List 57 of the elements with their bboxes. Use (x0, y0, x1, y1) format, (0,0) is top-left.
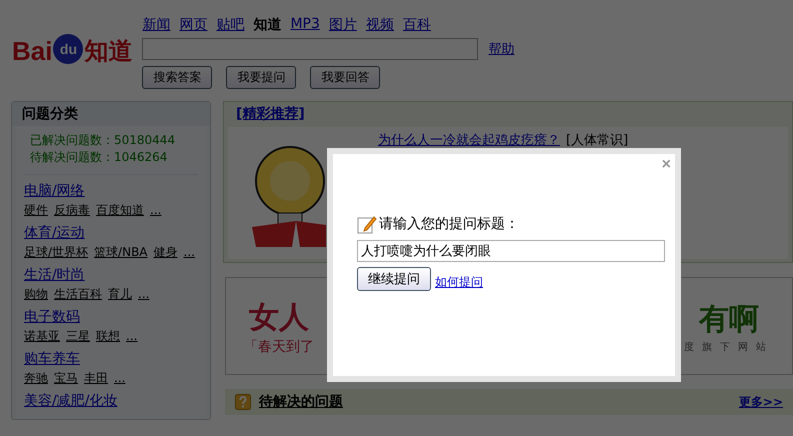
more-link[interactable]: 更多>> (738, 394, 783, 410)
subcategory-link[interactable]: 宝马 (54, 369, 78, 387)
banner-slogan: 度旗下网站 (684, 340, 774, 354)
subcategory-link[interactable]: 反病毒 (54, 201, 90, 219)
nav-link[interactable]: 知道 (253, 16, 282, 34)
nav-link[interactable]: 新闻 (142, 16, 170, 34)
nav-link[interactable]: 视频 (366, 16, 394, 34)
subcategory-link[interactable]: ... (138, 285, 150, 303)
subcategory-link[interactable]: 健身 (154, 243, 178, 261)
subcategory-link[interactable]: 育儿 (108, 285, 132, 303)
help-link[interactable]: 帮助 (488, 40, 514, 58)
banner-slogan: 「春天到了 (244, 338, 314, 356)
subcategory-link[interactable]: 奔驰 (24, 369, 48, 387)
continue-button[interactable]: 继续提问 (357, 267, 431, 291)
banner-title: 女人 (249, 298, 309, 336)
pencil-icon (357, 214, 377, 234)
category-link[interactable]: 电子数码 (24, 309, 80, 325)
subcategory-link[interactable]: 丰田 (84, 369, 108, 387)
subcategory-link[interactable]: 联想 (96, 327, 120, 345)
question-input[interactable]: 人打喷嚏为什么要闭眼 (357, 240, 665, 262)
category-link[interactable]: 购车养车 (24, 351, 80, 367)
subcategory-link[interactable]: 百度知道 (96, 201, 144, 219)
subcategory-link[interactable]: 硬件 (24, 201, 48, 219)
how-to-ask-link[interactable]: 如何提问 (435, 274, 483, 291)
subcategory-link[interactable]: ... (126, 327, 138, 345)
nav-link[interactable]: MP3 (290, 16, 320, 34)
question-icon (235, 394, 251, 410)
close-button[interactable]: × (662, 156, 671, 174)
subcategory-link[interactable]: 篮球/NBA (94, 243, 148, 261)
subcategory-link[interactable]: 足球/世界杯 (24, 243, 88, 261)
baidu-logo[interactable]: Bai du 知道 (12, 24, 132, 64)
subcategory-link[interactable]: 诺基亚 (24, 327, 60, 345)
nav-link[interactable]: 网页 (179, 16, 208, 34)
subcategory-link[interactable]: 三星 (66, 327, 90, 345)
subcategory-link[interactable]: 生活百科 (54, 285, 102, 303)
search-field[interactable] (142, 38, 478, 60)
category-link[interactable]: 体育/运动 (24, 225, 85, 241)
subcategory-link[interactable]: ... (114, 369, 126, 387)
category-link[interactable]: 美容/减肥/化妆 (24, 393, 118, 409)
stat-text: 已解决问题数：50180444 (30, 132, 176, 149)
subcategory-link[interactable]: ... (150, 201, 162, 219)
subcategory-link[interactable]: 购物 (24, 285, 48, 303)
prompt-label: 请输入您的提问标题： (379, 215, 519, 233)
nav-link[interactable]: 图片 (328, 16, 357, 34)
stat-text: 待解决问题数：1046264 (30, 149, 168, 166)
section-title-link[interactable]: 待解决的问题 (259, 393, 731, 411)
action-button[interactable]: 搜索答案 (142, 66, 212, 89)
action-button[interactable]: 我要回答 (310, 66, 380, 89)
banner-title: 有啊 (699, 300, 759, 338)
panel-title-link[interactable]: [精彩推荐] (236, 105, 305, 123)
category-link[interactable]: 电脑/网络 (24, 183, 85, 199)
nav-link[interactable]: 贴吧 (216, 16, 244, 34)
category-link[interactable]: 生活/时尚 (24, 267, 85, 283)
subcategory-link[interactable]: ... (184, 243, 195, 261)
panel-title: 问题分类 (12, 102, 210, 126)
action-button[interactable]: 我要提问 (226, 66, 296, 89)
nav-link[interactable]: 百科 (402, 16, 431, 34)
